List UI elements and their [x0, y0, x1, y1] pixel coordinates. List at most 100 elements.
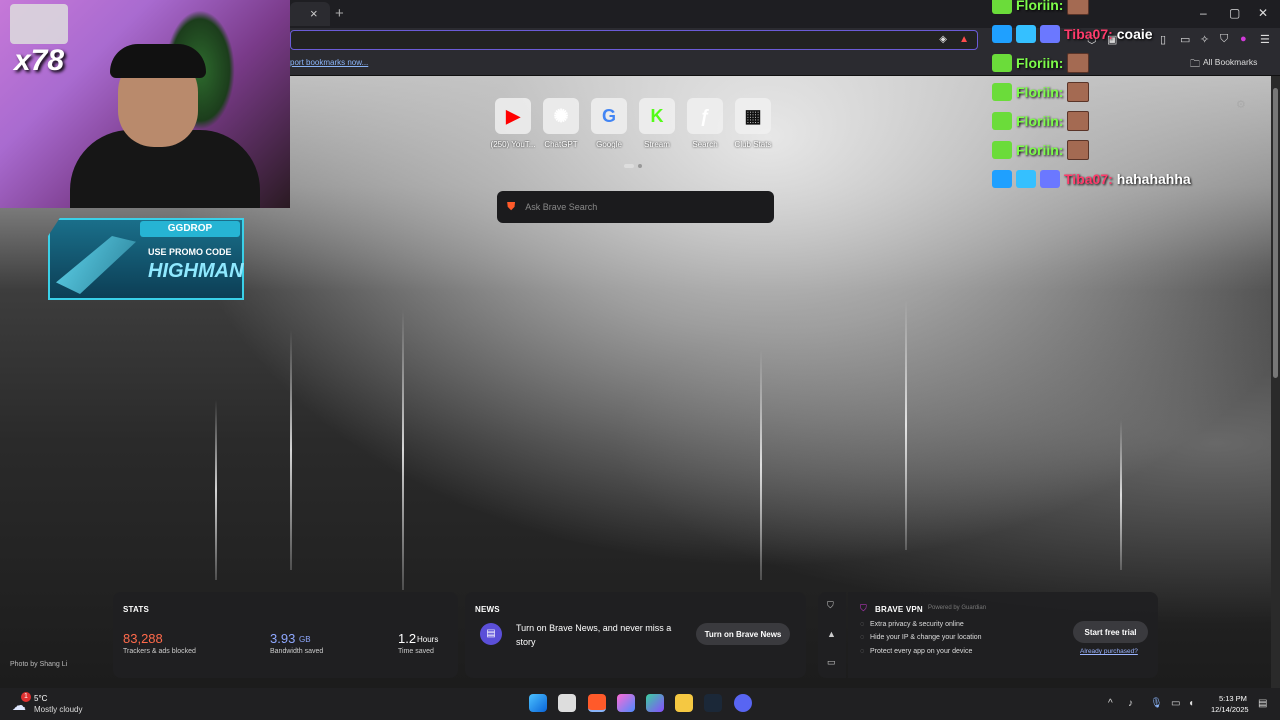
chat-message: Tiba07: coaie: [992, 23, 1153, 45]
tray-mic-icon[interactable]: 🎙: [1150, 698, 1163, 709]
widget-switcher: ⛉ ▲ ▭: [818, 592, 846, 678]
brave-lion-icon: ⛊: [507, 200, 516, 213]
alert-tab-icon[interactable]: ▲: [827, 629, 836, 639]
trackers-value: 83,288: [123, 631, 163, 646]
tray-network-icon[interactable]: ▭: [1171, 698, 1180, 709]
top-site-tile[interactable]: ƒ Search: [682, 98, 728, 154]
waterfall-streak: [215, 400, 217, 580]
chat-emote-icon: [1067, 140, 1090, 160]
chat-badge-icon: [992, 83, 1012, 101]
chat-message: Floriin:: [992, 110, 1090, 132]
chat-badge-icon: [992, 25, 1012, 43]
brave-shields-icon[interactable]: ◈: [939, 34, 947, 45]
tray-volume-icon[interactable]: ◖: [1188, 698, 1194, 709]
profile-icon[interactable]: ●: [1240, 33, 1247, 45]
top-site-tile[interactable]: ✺ ChatGPT: [538, 98, 584, 154]
sub-count: x78: [14, 44, 65, 77]
tray-chevron-icon[interactable]: ^: [1108, 698, 1113, 709]
wallet-icon[interactable]: ▭: [1180, 33, 1190, 46]
top-site-label: (250) YouT...: [490, 140, 536, 149]
chat-message: Floriin:: [992, 52, 1090, 74]
search-placeholder: Ask Brave Search: [525, 202, 598, 212]
clock-time[interactable]: 5:13 PM: [1219, 694, 1247, 703]
top-site-tile[interactable]: ▦ Club Stats: [730, 98, 776, 154]
brave-rewards-icon[interactable]: ▲: [959, 34, 969, 45]
chat-username: Floriin:: [1016, 55, 1064, 71]
chat-username: Floriin:: [1016, 84, 1064, 100]
vpn-logo-icon: ⛉: [860, 603, 867, 613]
chat-message: Floriin:: [992, 139, 1090, 161]
import-bookmarks-link[interactable]: port bookmarks now...: [290, 58, 368, 67]
promo-code: HIGHMAN: [148, 260, 244, 282]
webcam-overlay: x78: [0, 0, 290, 208]
vpn-feature: ◌ Extra privacy & security online: [860, 621, 964, 628]
chat-badge-icon: [1040, 170, 1060, 188]
all-bookmarks-button[interactable]: All Bookmarks: [1203, 57, 1257, 67]
turn-on-news-button[interactable]: Turn on Brave News: [696, 623, 790, 645]
notifications-icon[interactable]: ▤: [1258, 698, 1267, 709]
minimize-button[interactable]: –: [1200, 6, 1207, 20]
file-explorer-icon[interactable]: [675, 694, 693, 712]
chat-badge-icon: [1016, 25, 1036, 43]
bandwidth-label: Bandwidth saved: [270, 648, 324, 655]
chat-emote-icon: [1067, 53, 1090, 73]
sidebar-icon[interactable]: ▯: [1160, 33, 1166, 46]
close-tab-icon[interactable]: ×: [310, 6, 318, 21]
top-site-tile[interactable]: ▶ (250) YouT...: [490, 98, 536, 154]
clock-date[interactable]: 12/14/2025: [1211, 705, 1249, 714]
kick-icon: K: [639, 98, 675, 134]
waterfall-streak: [1120, 420, 1122, 570]
customize-gear-icon[interactable]: ⚙: [1236, 98, 1246, 111]
cards-tab-icon[interactable]: ▭: [827, 657, 836, 668]
vpn-tab-icon[interactable]: ⛉: [827, 600, 834, 611]
top-site-label: Stream: [644, 140, 670, 149]
waterfall-streak: [290, 330, 292, 570]
top-site-label: Search: [692, 140, 718, 149]
time-label: Time saved: [398, 648, 434, 655]
news-text: Turn on Brave News, and never miss a sto…: [516, 623, 672, 647]
stats-widget: STATS 83,288 Trackers & ads blocked 3.93…: [113, 592, 458, 678]
start-free-trial-button[interactable]: Start free trial: [1073, 621, 1148, 643]
time-value: 1.2: [398, 631, 417, 646]
close-window-button[interactable]: ✕: [1258, 6, 1268, 20]
waterfall-streak: [402, 310, 404, 590]
copilot-icon[interactable]: [617, 694, 635, 712]
brave-search-box[interactable]: ⛊ Ask Brave Search: [497, 191, 774, 223]
maximize-button[interactable]: ▢: [1229, 6, 1240, 20]
chat-username: Floriin:: [1016, 142, 1064, 158]
vpn-title: BRAVE VPN: [875, 605, 923, 614]
chat-text: coaie: [1116, 26, 1153, 42]
top-site-tile[interactable]: G Google: [586, 98, 632, 154]
photo-credit[interactable]: Photo by Shang Li: [10, 661, 67, 668]
discord-icon[interactable]: [734, 694, 752, 712]
weather-desc[interactable]: Mostly cloudy: [34, 705, 82, 714]
vpn-shield-icon[interactable]: ⛉: [1220, 33, 1228, 46]
vpn-feature: ◌ Protect every app on your device: [860, 648, 973, 655]
top-sites-pagination[interactable]: [624, 163, 644, 169]
chat-badge-icon: [992, 0, 1012, 14]
chat-badge-icon: [992, 112, 1012, 130]
menu-icon[interactable]: ☰: [1260, 33, 1270, 46]
new-tab-button[interactable]: +: [335, 5, 344, 22]
streamer-headwear: [110, 44, 206, 78]
weather-temp[interactable]: 5°C: [34, 694, 47, 703]
brave-browser-icon[interactable]: [588, 694, 606, 712]
address-bar[interactable]: ◈ ▲: [290, 30, 978, 50]
scrollbar-thumb[interactable]: [1273, 88, 1278, 378]
top-site-tile[interactable]: K Stream: [634, 98, 680, 154]
tray-audio-icon[interactable]: ♪: [1128, 698, 1133, 709]
already-purchased-link[interactable]: Already purchased?: [1080, 648, 1138, 655]
chat-emote-icon: [1067, 0, 1090, 15]
news-title: NEWS: [475, 605, 500, 614]
top-site-label: Google: [596, 140, 622, 149]
desktop-app-icon[interactable]: [558, 694, 576, 712]
search-f-icon: ƒ: [687, 98, 723, 134]
windows-start-icon[interactable]: [529, 694, 547, 712]
steam-icon[interactable]: [704, 694, 722, 712]
m365-icon[interactable]: [646, 694, 664, 712]
bandwidth-unit: GB: [299, 635, 311, 644]
leo-ai-icon[interactable]: ✧: [1200, 33, 1209, 46]
weather-badge: 1: [21, 692, 31, 702]
news-icon: ▤: [480, 623, 502, 645]
vpn-feature: ◌ Hide your IP & change your location: [860, 634, 982, 641]
